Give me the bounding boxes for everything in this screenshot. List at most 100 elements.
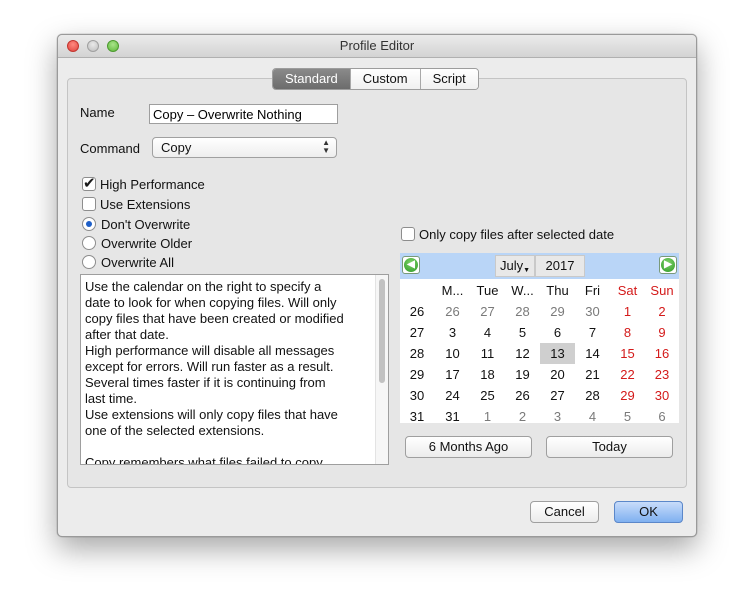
tab-custom[interactable]: Custom	[350, 69, 421, 89]
help-scrollbar[interactable]	[375, 275, 388, 464]
calendar-day[interactable]: 5	[610, 406, 645, 427]
calendar-day[interactable]: 8	[610, 322, 645, 343]
calendar-day[interactable]: 16	[645, 343, 679, 364]
calendar-day[interactable]: 30	[645, 385, 679, 406]
high-performance-checkbox[interactable]: High Performance	[82, 174, 205, 193]
calendar-day[interactable]: 29	[540, 301, 575, 322]
week-number: 26	[409, 304, 425, 319]
calendar-day[interactable]: 6	[645, 406, 679, 427]
calendar[interactable]: ◀ July▼ 2017 ▶ M... Tue W... Thu Fri Sat Sun 26…	[400, 253, 679, 424]
ok-button[interactable]: OK	[614, 501, 683, 523]
calendar-day[interactable]: 18	[470, 364, 505, 385]
up-down-arrows-icon: ▲ ▼	[322, 138, 330, 155]
radio-unselected-icon	[82, 236, 96, 250]
help-text: Use the calendar on the right to specify…	[85, 279, 344, 465]
overwrite-all-label: Overwrite All	[101, 254, 174, 270]
weekday-header: W...	[511, 283, 534, 298]
high-performance-label: High Performance	[100, 176, 205, 192]
calendar-day[interactable]: 2	[645, 301, 679, 322]
six-months-ago-button[interactable]: 6 Months Ago	[405, 436, 532, 458]
calendar-day[interactable]: 28	[575, 385, 610, 406]
calendar-day[interactable]: 3	[435, 322, 470, 343]
previous-month-button[interactable]: ◀	[402, 256, 420, 274]
calendar-day[interactable]: 22	[610, 364, 645, 385]
calendar-day[interactable]: 4	[575, 406, 610, 427]
calendar-day[interactable]: 20	[540, 364, 575, 385]
minimize-window-icon[interactable]	[87, 40, 99, 52]
calendar-day[interactable]: 12	[505, 343, 540, 364]
today-button[interactable]: Today	[546, 436, 673, 458]
cancel-button[interactable]: Cancel	[530, 501, 599, 523]
calendar-day[interactable]: 26	[505, 385, 540, 406]
calendar-day[interactable]: 3	[540, 406, 575, 427]
scroll-thumb[interactable]	[379, 279, 385, 383]
month-label: July	[499, 258, 524, 273]
weekday-header: Fri	[584, 283, 601, 298]
overwrite-older-label: Overwrite Older	[101, 235, 193, 251]
calendar-week-row: 26 26 27 28 29 30 1 2	[400, 301, 679, 322]
dont-overwrite-radio[interactable]: Don't Overwrite	[82, 215, 190, 233]
calendar-day[interactable]: 19	[505, 364, 540, 385]
close-window-icon[interactable]	[67, 40, 79, 52]
calendar-day[interactable]: 1	[610, 301, 645, 322]
calendar-day[interactable]: 2	[505, 406, 540, 427]
name-label: Name	[80, 105, 115, 120]
tab-script[interactable]: Script	[420, 69, 478, 89]
calendar-day[interactable]: 6	[540, 322, 575, 343]
arrow-right-icon: ▶	[661, 258, 675, 272]
overwrite-older-radio[interactable]: Overwrite Older	[82, 234, 192, 252]
calendar-day[interactable]: 11	[470, 343, 505, 364]
weekday-header: Sat	[617, 283, 638, 298]
dont-overwrite-label: Don't Overwrite	[101, 216, 191, 232]
calendar-day[interactable]: 17	[435, 364, 470, 385]
calendar-day[interactable]: 28	[505, 301, 540, 322]
next-month-button[interactable]: ▶	[659, 256, 677, 274]
calendar-day[interactable]: 9	[645, 322, 679, 343]
month-selector[interactable]: July▼	[495, 255, 535, 277]
use-extensions-checkbox[interactable]: Use Extensions	[82, 195, 190, 213]
week-number: 28	[409, 346, 425, 361]
calendar-day[interactable]: 21	[575, 364, 610, 385]
week-number: 31	[409, 409, 425, 424]
checkbox-unchecked-icon	[82, 197, 96, 211]
overwrite-all-radio[interactable]: Overwrite All	[82, 253, 174, 271]
only-copy-after-date-label: Only copy files after selected date	[419, 226, 615, 242]
calendar-day[interactable]: 31	[435, 406, 470, 427]
tab-bar: Standard Custom Script	[272, 68, 479, 90]
command-select-value: Copy	[161, 140, 192, 155]
calendar-day[interactable]: 24	[435, 385, 470, 406]
weekday-header: M...	[441, 283, 464, 298]
title-bar: Profile Editor	[58, 35, 696, 58]
radio-selected-icon	[82, 217, 96, 231]
calendar-week-row: 27 3 4 5 6 7 8 9	[400, 322, 679, 343]
command-select[interactable]: Copy ▲ ▼	[152, 137, 337, 158]
calendar-day[interactable]: 27	[470, 301, 505, 322]
profile-editor-window: Profile Editor Standard Custom Script Na…	[57, 34, 697, 537]
calendar-day[interactable]: 14	[575, 343, 610, 364]
calendar-day[interactable]: 30	[575, 301, 610, 322]
year-selector[interactable]: 2017	[535, 255, 585, 277]
calendar-day[interactable]: 25	[470, 385, 505, 406]
zoom-window-icon[interactable]	[107, 40, 119, 52]
week-number: 29	[409, 367, 425, 382]
calendar-week-row: 28 10 11 12 13 14 15 16	[400, 343, 679, 364]
calendar-header: ◀ July▼ 2017 ▶	[400, 253, 679, 279]
help-text-area[interactable]: Use the calendar on the right to specify…	[80, 274, 389, 465]
calendar-day[interactable]: 10	[435, 343, 470, 364]
tab-standard[interactable]: Standard	[273, 69, 351, 89]
calendar-day[interactable]: 5	[505, 322, 540, 343]
calendar-day[interactable]: 1	[470, 406, 505, 427]
calendar-day[interactable]: 27	[540, 385, 575, 406]
checkbox-unchecked-icon	[401, 227, 415, 241]
calendar-day[interactable]: 7	[575, 322, 610, 343]
name-field[interactable]	[149, 104, 338, 124]
calendar-day[interactable]: 13	[540, 343, 575, 364]
calendar-day[interactable]: 15	[610, 343, 645, 364]
calendar-day[interactable]: 29	[610, 385, 645, 406]
radio-unselected-icon	[82, 255, 96, 269]
calendar-week-row: 29 17 18 19 20 21 22 23	[400, 364, 679, 385]
calendar-day[interactable]: 23	[645, 364, 679, 385]
calendar-day[interactable]: 4	[470, 322, 505, 343]
calendar-day[interactable]: 26	[435, 301, 470, 322]
only-copy-after-date-checkbox[interactable]: Only copy files after selected date	[401, 225, 614, 243]
